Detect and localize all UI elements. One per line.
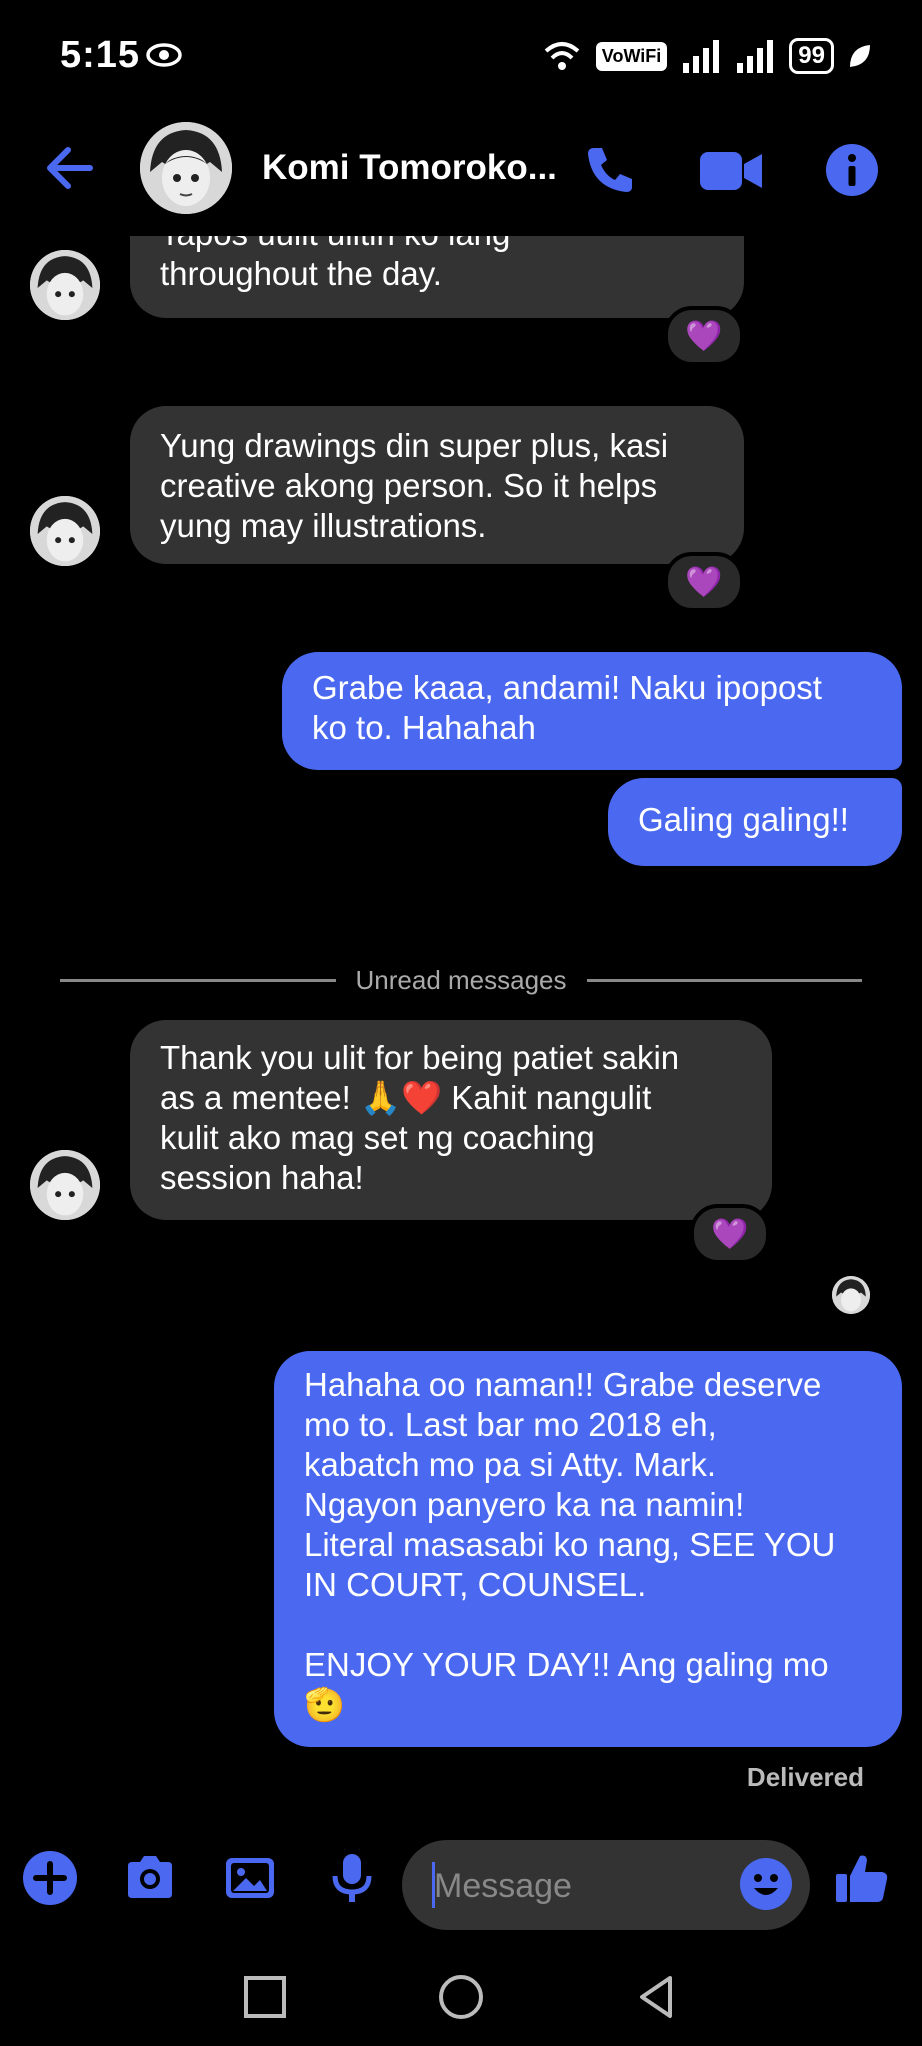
text-caret [432,1862,435,1908]
sender-avatar [30,1150,100,1220]
sender-avatar [30,496,100,566]
vowifi-badge: VoWiFi [595,41,668,71]
heart-reaction[interactable]: 💜 [664,552,744,612]
signal-icon-2 [737,40,774,73]
back-arrow-icon[interactable] [40,140,100,196]
plus-icon[interactable] [22,1850,78,1906]
home-icon[interactable] [436,1972,486,2022]
read-receipt-avatar [832,1276,870,1314]
outgoing-message[interactable]: Grabe kaaa, andami! Naku ipopost ko to. … [282,652,902,770]
heart-reaction[interactable]: 💜 [664,306,744,366]
contact-name[interactable]: Komi Tomoroko... [262,148,557,188]
status-indicators: VoWiFi 99 [542,36,872,76]
battery-indicator: 99 [789,38,834,74]
outgoing-message[interactable]: Galing galing!! [608,778,902,866]
eye-icon [146,43,182,67]
sender-avatar [30,250,100,320]
heart-reaction[interactable]: 💜 [690,1204,770,1264]
unread-divider: Unread messages [60,960,862,1000]
phone-call-icon[interactable] [582,142,638,198]
incoming-message[interactable]: Yung drawings din super plus, kasi creat… [130,406,744,564]
info-icon[interactable] [824,142,880,198]
incoming-message[interactable]: Tapos uulit ulitin ko lang throughout th… [130,236,744,318]
unread-messages-label: Unread messages [355,964,567,995]
video-call-icon[interactable] [700,148,762,194]
incoming-message[interactable]: Thank you ulit for being patiet sakin as… [130,1020,772,1220]
gallery-icon[interactable] [222,1850,278,1906]
leaf-icon [850,45,870,67]
signal-icon [683,40,720,73]
delivered-status: Delivered [746,1762,864,1792]
divider-line [60,978,336,982]
camera-icon[interactable] [122,1850,178,1906]
message-list[interactable]: Tapos uulit ulitin ko lang throughout th… [0,236,922,1816]
message-input-container[interactable] [402,1840,810,1930]
recent-apps-icon[interactable] [240,1972,290,2022]
wifi-icon [544,42,580,70]
message-input[interactable] [432,1858,736,1914]
thumbs-up-icon[interactable] [834,1850,890,1906]
microphone-icon[interactable] [324,1850,380,1906]
contact-avatar[interactable] [140,122,232,214]
outgoing-message[interactable]: Hahaha oo naman!! Grabe deserve mo to. L… [274,1351,902,1747]
divider-line [586,978,862,982]
status-time: 5:15 [60,34,141,76]
nav-back-icon[interactable] [632,1972,682,2022]
emoji-icon[interactable] [738,1856,794,1912]
